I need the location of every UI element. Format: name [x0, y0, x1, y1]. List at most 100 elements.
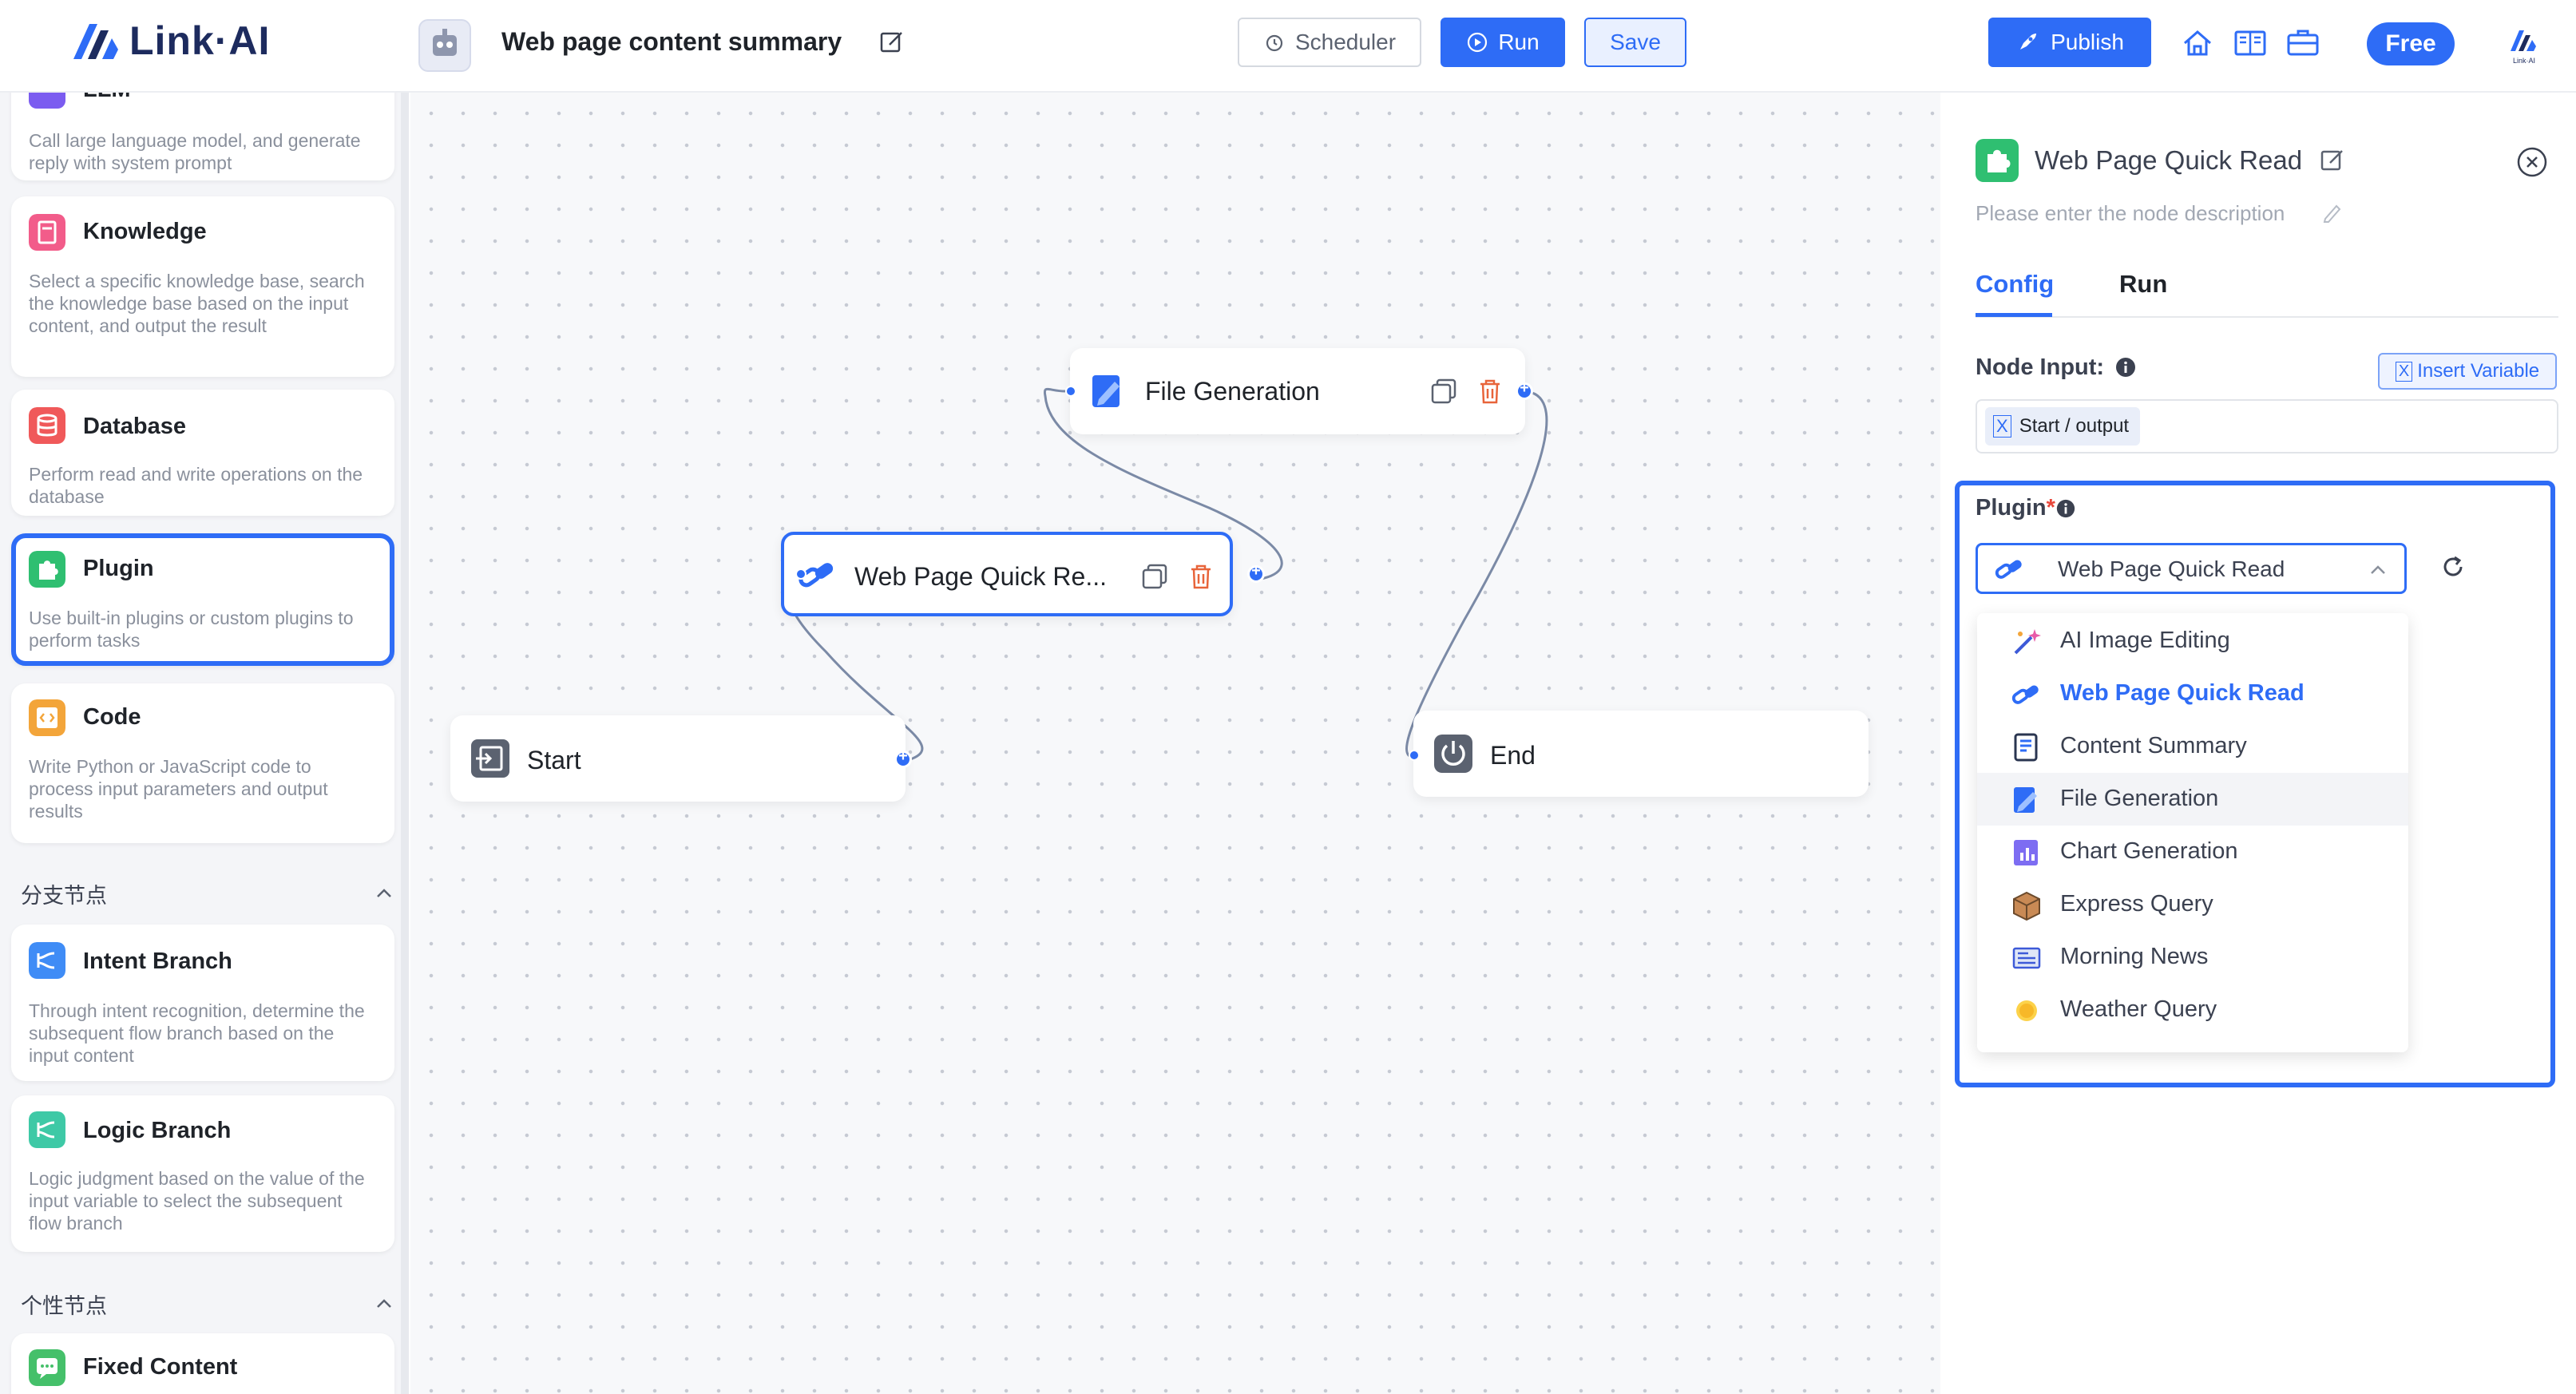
- tab-run[interactable]: Run: [2119, 270, 2167, 299]
- mini-logo-text: Link·AI: [2512, 57, 2535, 65]
- logo-text[interactable]: Link·AI: [129, 18, 270, 64]
- scheduler-button[interactable]: Scheduler: [1238, 18, 1421, 67]
- plugin-option[interactable]: Express Query: [1977, 878, 2408, 931]
- scheduler-label: Scheduler: [1294, 30, 1397, 54]
- tab-divider: [1976, 316, 2558, 318]
- briefcase-icon[interactable]: [2285, 26, 2320, 61]
- section-label-custom: 个性节点: [21, 1294, 107, 1318]
- free-plan-badge[interactable]: Free: [2367, 22, 2455, 65]
- edit-title-icon[interactable]: [878, 29, 906, 56]
- delete-icon[interactable]: [1187, 562, 1215, 591]
- link-ai-small-logo-icon: [2511, 30, 2536, 51]
- node-description-input[interactable]: Please enter the node description: [1976, 201, 2285, 226]
- node-end[interactable]: End: [1413, 711, 1869, 797]
- output-port[interactable]: [894, 747, 912, 768]
- link-ai-logo-icon[interactable]: [70, 19, 121, 62]
- alarm-clock-icon: [1266, 34, 1283, 52]
- node-card-fixed-content[interactable]: Fixed Content: [11, 1333, 394, 1394]
- home-icon[interactable]: [2180, 26, 2215, 61]
- run-button[interactable]: Run: [1441, 18, 1565, 67]
- file-generation-icon: [1092, 375, 1120, 407]
- close-icon[interactable]: [2515, 145, 2549, 179]
- save-button[interactable]: Save: [1584, 18, 1686, 67]
- variable-x-icon: X: [2395, 361, 2413, 382]
- option-label: Chart Generation: [2060, 838, 2238, 864]
- app-title: Web page content summary: [501, 27, 842, 56]
- node-title: File Generation: [1145, 377, 1320, 406]
- publish-button[interactable]: Publish: [1988, 18, 2151, 67]
- insert-variable-label: Insert Variable: [2417, 360, 2540, 382]
- robot-icon: [433, 29, 457, 56]
- llm-icon: [29, 93, 65, 109]
- info-icon[interactable]: [2055, 498, 2076, 519]
- option-label: Weather Query: [2060, 996, 2217, 1022]
- node-card-logic-branch[interactable]: Logic Branch Logic judgment based on the…: [11, 1095, 394, 1252]
- output-port[interactable]: [1516, 379, 1533, 400]
- refresh-icon[interactable]: [2437, 551, 2469, 583]
- input-port[interactable]: [1409, 750, 1420, 761]
- plugin-option-selected[interactable]: Web Page Quick Read: [1977, 667, 2408, 720]
- node-card-intent-branch[interactable]: Intent Branch Through intent recognition…: [11, 925, 394, 1081]
- link-icon: [1995, 560, 2022, 579]
- edit-icon[interactable]: [2319, 147, 2346, 174]
- node-card-code[interactable]: Code Write Python or JavaScript code to …: [11, 683, 394, 843]
- card-title: Code: [83, 704, 141, 730]
- active-tab-indicator: [1976, 313, 2052, 317]
- selected-plugin-value: Web Page Quick Read: [2058, 556, 2285, 581]
- input-port[interactable]: [1065, 386, 1076, 397]
- file-generation-icon: [2014, 787, 2037, 813]
- node-web-page-quick-read[interactable]: Web Page Quick Re...: [781, 532, 1233, 616]
- plugin-option[interactable]: Chart Generation: [1977, 826, 2408, 878]
- option-label: File Generation: [2060, 786, 2219, 811]
- user-avatar[interactable]: Link·AI: [2506, 27, 2542, 65]
- output-port[interactable]: [1247, 562, 1265, 583]
- panel-title: Web Page Quick Read: [2035, 145, 2303, 175]
- card-desc: Logic judgment based on the value of the…: [29, 1168, 365, 1234]
- plugin-option[interactable]: Content Summary: [1977, 720, 2408, 773]
- plugin-option[interactable]: File Generation: [1977, 773, 2408, 826]
- plugin-label: Plugin*: [1976, 495, 2055, 521]
- plugin-select[interactable]: Web Page Quick Read: [1976, 543, 2407, 594]
- play-circle-icon: [1468, 32, 1488, 53]
- plugin-dropdown-menu[interactable]: AI Image Editing Web Page Quick Read Con…: [1977, 613, 2408, 1052]
- workflow-canvas[interactable]: File Generation Web Page Quick Re...: [410, 93, 1940, 1394]
- option-label: Content Summary: [2060, 733, 2247, 758]
- rocket-icon: [2020, 34, 2037, 50]
- package-icon: [2013, 891, 2040, 921]
- magic-wand-icon: [2014, 629, 2041, 655]
- copy-icon[interactable]: [1140, 562, 1169, 591]
- node-start[interactable]: Start: [450, 715, 906, 802]
- variable-chip[interactable]: X Start / output: [1985, 407, 2141, 446]
- input-port[interactable]: [795, 568, 806, 580]
- plugin-option[interactable]: Morning News: [1977, 931, 2408, 984]
- info-icon[interactable]: [2114, 356, 2137, 378]
- publish-label: Publish: [2051, 30, 2124, 54]
- book-icon[interactable]: [2233, 26, 2268, 61]
- tab-config[interactable]: Config: [1976, 270, 2054, 299]
- knowledge-book-icon: [29, 214, 65, 251]
- plugin-option[interactable]: Weather Query: [1977, 984, 2408, 1036]
- node-library-sidebar[interactable]: LLM Call large language model, and gener…: [0, 93, 409, 1394]
- logic-branch-icon: [29, 1111, 65, 1148]
- required-mark: *: [2046, 495, 2055, 521]
- card-title: Database: [83, 414, 186, 439]
- insert-variable-button[interactable]: X Insert Variable: [2378, 353, 2557, 390]
- node-card-knowledge[interactable]: Knowledge Select a specific knowledge ba…: [11, 196, 394, 377]
- node-card-llm[interactable]: LLM Call large language model, and gener…: [11, 93, 394, 180]
- node-card-plugin[interactable]: Plugin Use built-in plugins or custom pl…: [11, 533, 394, 666]
- chevron-up-icon: [2371, 565, 2385, 574]
- delete-icon[interactable]: [1476, 377, 1504, 406]
- option-label: AI Image Editing: [2060, 628, 2230, 653]
- chevron-up-icon[interactable]: [374, 883, 394, 904]
- card-desc: Through intent recognition, determine th…: [29, 1000, 365, 1066]
- plugin-option[interactable]: AI Image Editing: [1977, 615, 2408, 667]
- link-icon: [2011, 685, 2039, 704]
- pencil-icon[interactable]: [2320, 201, 2343, 224]
- copy-icon[interactable]: [1429, 377, 1458, 406]
- card-title: Intent Branch: [83, 948, 232, 974]
- node-card-database[interactable]: Database Perform read and write operatio…: [11, 390, 394, 516]
- node-file-generation[interactable]: File Generation: [1070, 348, 1525, 434]
- document-icon: [2014, 733, 2038, 762]
- chevron-up-icon[interactable]: [374, 1293, 394, 1314]
- card-title: Fixed Content: [83, 1354, 238, 1380]
